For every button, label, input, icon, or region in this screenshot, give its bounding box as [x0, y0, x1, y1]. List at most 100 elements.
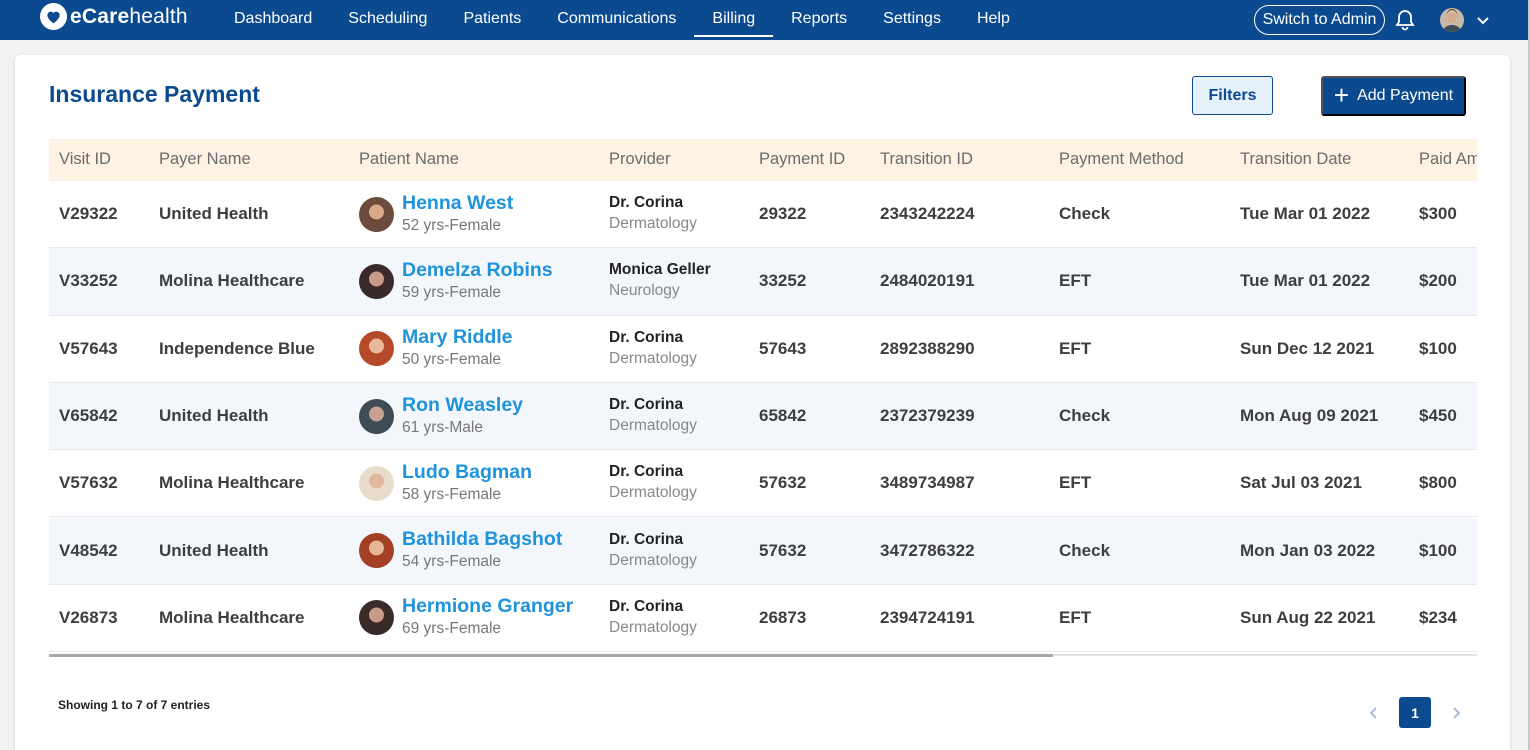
patient-name-link[interactable]: Bathilda Bagshot: [402, 528, 562, 550]
patient-name-link[interactable]: Hermione Granger: [402, 595, 573, 617]
switch-to-admin-button[interactable]: Switch to Admin: [1254, 5, 1385, 35]
table-row[interactable]: V26873 Molina Healthcare Hermione Granger 6…: [49, 585, 1477, 653]
patient-name-link[interactable]: Henna West: [402, 192, 513, 214]
paid-amount-cell: $800: [1419, 473, 1457, 493]
visit-id-cell: V29322: [59, 204, 118, 224]
payment-method-cell: Check: [1059, 406, 1111, 426]
paid-amount-cell: $100: [1419, 540, 1457, 560]
provider-specialty: Dermatology: [609, 349, 697, 367]
nav-item-patients[interactable]: Patients: [445, 0, 539, 40]
nav-item-reports[interactable]: Reports: [773, 0, 865, 40]
provider-name: Dr. Corina: [609, 530, 684, 548]
provider-cell: Dr. Corina Dermatology: [609, 518, 697, 584]
patient-cell: Hermione Granger 69 yrs-Female: [359, 585, 573, 651]
provider-name: Dr. Corina: [609, 396, 684, 414]
patient-avatar: [359, 465, 394, 501]
nav-item-help[interactable]: Help: [959, 0, 1028, 40]
visit-id-cell: V57643: [59, 338, 118, 358]
horizontal-scrollbar[interactable]: [49, 654, 1477, 657]
patient-avatar: [359, 398, 394, 434]
top-navbar: eCarehealth Dashboard Scheduling Patients C…: [0, 0, 1528, 40]
chevron-right-icon[interactable]: [1443, 697, 1469, 728]
table-row[interactable]: V29322 United Health Henna West 52 yrs-Fema…: [49, 181, 1477, 249]
paid-amount-cell: $450: [1419, 406, 1457, 426]
transition-date-cell: Sun Aug 22 2021: [1240, 607, 1376, 627]
payer-name-cell: Independence Blue: [159, 338, 315, 358]
page-title: Insurance Payment: [49, 81, 260, 107]
transition-date-cell: Sat Jul 03 2021: [1240, 473, 1362, 493]
transition-date-cell: Mon Aug 09 2021: [1240, 406, 1379, 426]
heart-logo-icon: [40, 3, 67, 30]
table-row[interactable]: V57643 Independence Blue Mary Riddle 50 yrs…: [49, 316, 1477, 383]
paid-amount-cell: $100: [1419, 338, 1457, 358]
transition-id-cell: 2343242224: [880, 204, 975, 224]
patient-avatar: [359, 331, 394, 367]
nav-item-communications[interactable]: Communications: [539, 0, 694, 40]
transition-date-cell: Sun Dec 12 2021: [1240, 338, 1375, 358]
column-header[interactable]: Provider: [609, 139, 670, 181]
column-header[interactable]: Payer Name: [159, 139, 251, 181]
page-number-button[interactable]: 1: [1399, 697, 1431, 728]
payment-id-cell: 57632: [759, 540, 807, 560]
filters-button[interactable]: Filters: [1192, 76, 1273, 115]
nav-item-dashboard[interactable]: Dashboard: [216, 0, 330, 40]
patient-name-link[interactable]: Demelza Robins: [402, 259, 553, 281]
provider-specialty: Dermatology: [609, 417, 697, 435]
column-header[interactable]: Transition Date: [1240, 139, 1351, 181]
patient-avatar: [359, 196, 394, 232]
column-header[interactable]: Patient Name: [359, 139, 459, 181]
scrollbar-thumb[interactable]: [49, 654, 1053, 657]
paid-amount-cell: $200: [1419, 271, 1457, 291]
transition-id-cell: 2892388290: [880, 338, 975, 358]
plus-icon: +: [1333, 80, 1350, 110]
provider-specialty: Dermatology: [609, 215, 697, 233]
column-header[interactable]: Visit ID: [59, 139, 111, 181]
provider-cell: Dr. Corina Dermatology: [609, 585, 697, 651]
visit-id-cell: V65842: [59, 406, 118, 426]
payment-id-cell: 57643: [759, 338, 807, 358]
payments-table[interactable]: Visit ID Payer Name Patient Name Provider Pa…: [49, 139, 1477, 656]
provider-specialty: Neurology: [609, 282, 680, 300]
payer-name-cell: Molina Healthcare: [159, 607, 305, 627]
entries-info: Showing 1 to 7 of 7 entries: [58, 698, 211, 712]
patient-cell: Henna West 52 yrs-Female: [359, 181, 513, 247]
add-payment-button[interactable]: + Add Payment: [1321, 76, 1466, 116]
column-header[interactable]: Payment Method: [1059, 139, 1184, 181]
column-header[interactable]: Paid Amount: [1419, 139, 1477, 181]
patient-avatar: [359, 533, 394, 569]
table-row[interactable]: V48542 United Health Bathilda Bagshot 54 yr…: [49, 517, 1477, 585]
provider-specialty: Dermatology: [609, 551, 697, 569]
patient-avatar: [359, 600, 394, 636]
table-row[interactable]: V65842 United Health Ron Weasley 61 yrs-Mal…: [49, 382, 1477, 451]
nav-item-billing[interactable]: Billing: [694, 0, 774, 37]
patient-name-link[interactable]: Ron Weasley: [402, 394, 523, 416]
brand-logo[interactable]: eCarehealth: [40, 3, 188, 30]
transition-id-cell: 2372379239: [880, 406, 975, 426]
patient-name-link[interactable]: Ludo Bagman: [402, 461, 532, 483]
payment-method-cell: Check: [1059, 204, 1111, 224]
patient-name-link[interactable]: Mary Riddle: [402, 326, 513, 348]
bell-icon[interactable]: [1395, 9, 1415, 31]
transition-date-cell: Tue Mar 01 2022: [1240, 204, 1371, 224]
payer-name-cell: Molina Healthcare: [159, 473, 305, 493]
chevron-left-icon[interactable]: [1361, 697, 1387, 728]
user-avatar[interactable]: [1440, 8, 1464, 32]
column-header[interactable]: Payment ID: [759, 139, 845, 181]
chevron-down-icon[interactable]: [1476, 14, 1490, 26]
patient-cell: Demelza Robins 59 yrs-Female: [359, 248, 553, 314]
table-header: Visit ID Payer Name Patient Name Provider Pa…: [49, 139, 1477, 181]
patient-age-gender: 54 yrs-Female: [402, 553, 502, 571]
column-header[interactable]: Transition ID: [880, 139, 973, 181]
table-row[interactable]: V57632 Molina Healthcare Ludo Bagman 58 yrs…: [49, 450, 1477, 518]
patient-age-gender: 52 yrs-Female: [402, 216, 502, 234]
payment-method-cell: EFT: [1059, 607, 1092, 627]
patient-age-gender: 61 yrs-Male: [402, 418, 483, 436]
patient-cell: Bathilda Bagshot 54 yrs-Female: [359, 518, 562, 584]
patient-age-gender: 59 yrs-Female: [402, 283, 502, 301]
patient-age-gender: 69 yrs-Female: [402, 620, 502, 638]
provider-specialty: Dermatology: [609, 484, 697, 502]
payer-name-cell: United Health: [159, 540, 269, 560]
table-row[interactable]: V33252 Molina Healthcare Demelza Robins 59 …: [49, 248, 1477, 316]
nav-item-settings[interactable]: Settings: [865, 0, 959, 40]
nav-item-scheduling[interactable]: Scheduling: [330, 0, 445, 40]
